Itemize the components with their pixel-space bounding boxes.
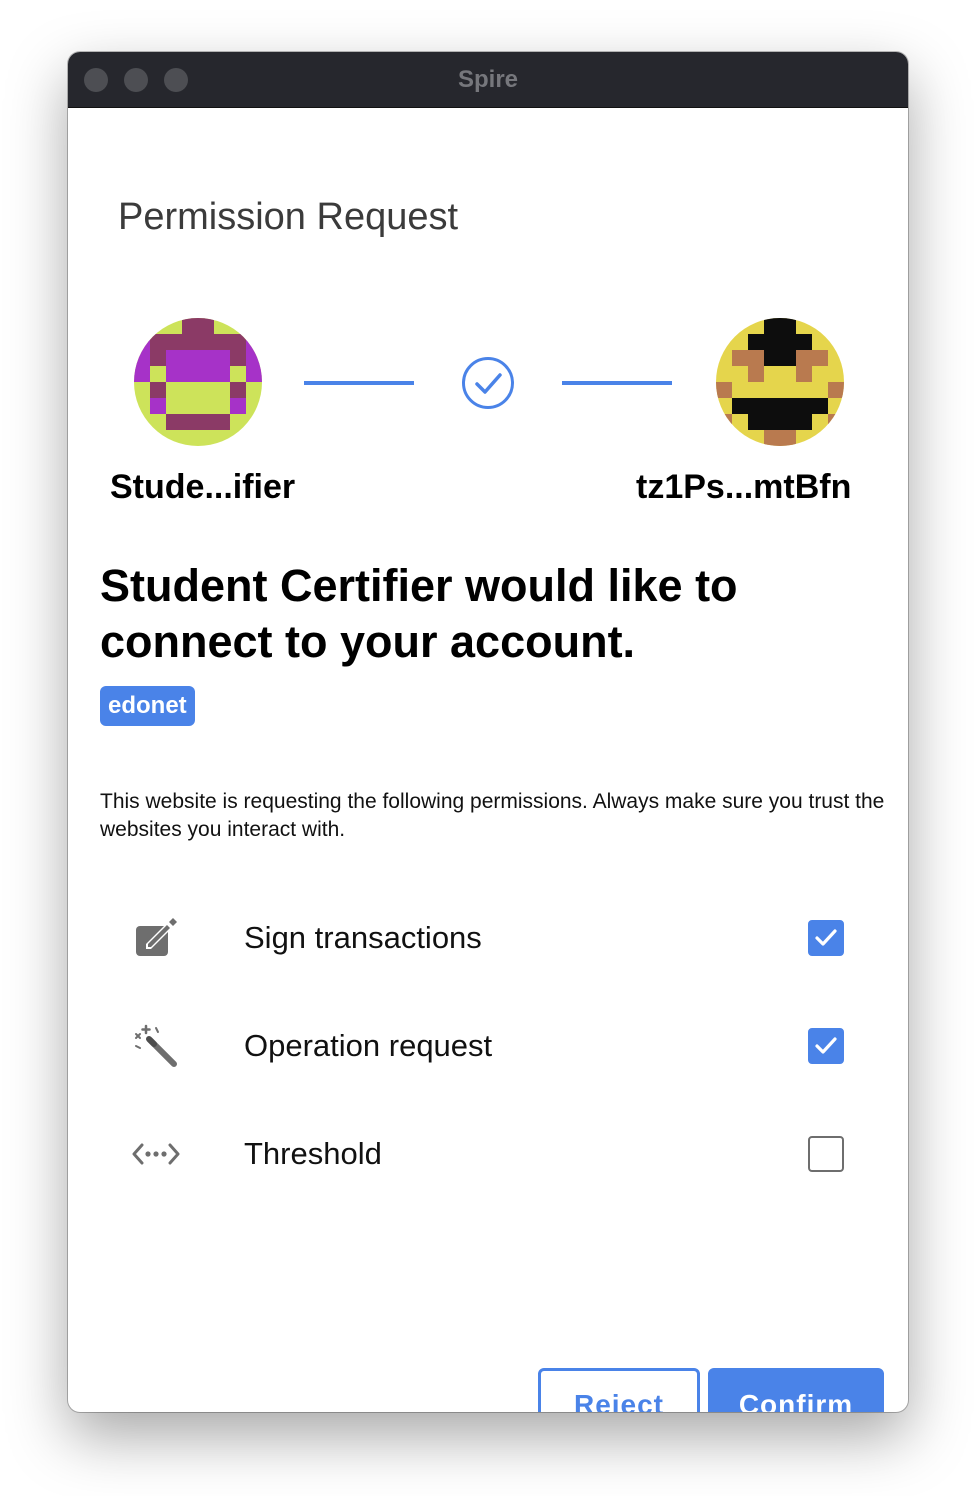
threshold-checkbox[interactable]: [808, 1136, 844, 1172]
permission-label: Sign transactions: [244, 920, 482, 955]
connected-check-icon: [461, 356, 515, 410]
permission-row-sign-transactions: Sign transactions: [68, 908, 908, 968]
edit-icon: [132, 916, 180, 960]
permission-label: Operation request: [244, 1028, 493, 1063]
account-avatar: [716, 318, 844, 446]
permission-label: Threshold: [244, 1136, 382, 1171]
window-title: Spire: [457, 66, 519, 93]
code-arrows-icon: [132, 1132, 180, 1176]
operation-request-checkbox[interactable]: [808, 1028, 844, 1064]
account-address: tz1Ps...mtBfn: [636, 468, 852, 506]
app-window: Spire Permission Request Stude...ifier t…: [68, 52, 908, 1412]
page-title: Permission Request: [118, 196, 459, 238]
sign-transactions-checkbox[interactable]: [808, 920, 844, 956]
dapp-name: Stude...ifier: [110, 468, 296, 506]
permission-notice: This website is requesting the following…: [100, 790, 885, 841]
permission-dialog: Permission Request Stude...ifier tz1Ps..…: [68, 108, 908, 1412]
reject-button[interactable]: Reject: [538, 1368, 700, 1412]
permission-row-threshold: Threshold: [68, 1124, 908, 1184]
connection-line-right: [562, 381, 672, 385]
confirm-button[interactable]: Confirm: [708, 1368, 884, 1412]
permission-row-operation-request: Operation request: [68, 1016, 908, 1076]
dapp-avatar: [134, 318, 262, 446]
connection-line-left: [304, 381, 414, 385]
network-badge: edonet: [100, 686, 195, 726]
request-headline: Student Certifier would like to connect …: [100, 560, 738, 667]
titlebar: Spire: [68, 52, 908, 108]
magic-wand-icon: [132, 1024, 180, 1068]
